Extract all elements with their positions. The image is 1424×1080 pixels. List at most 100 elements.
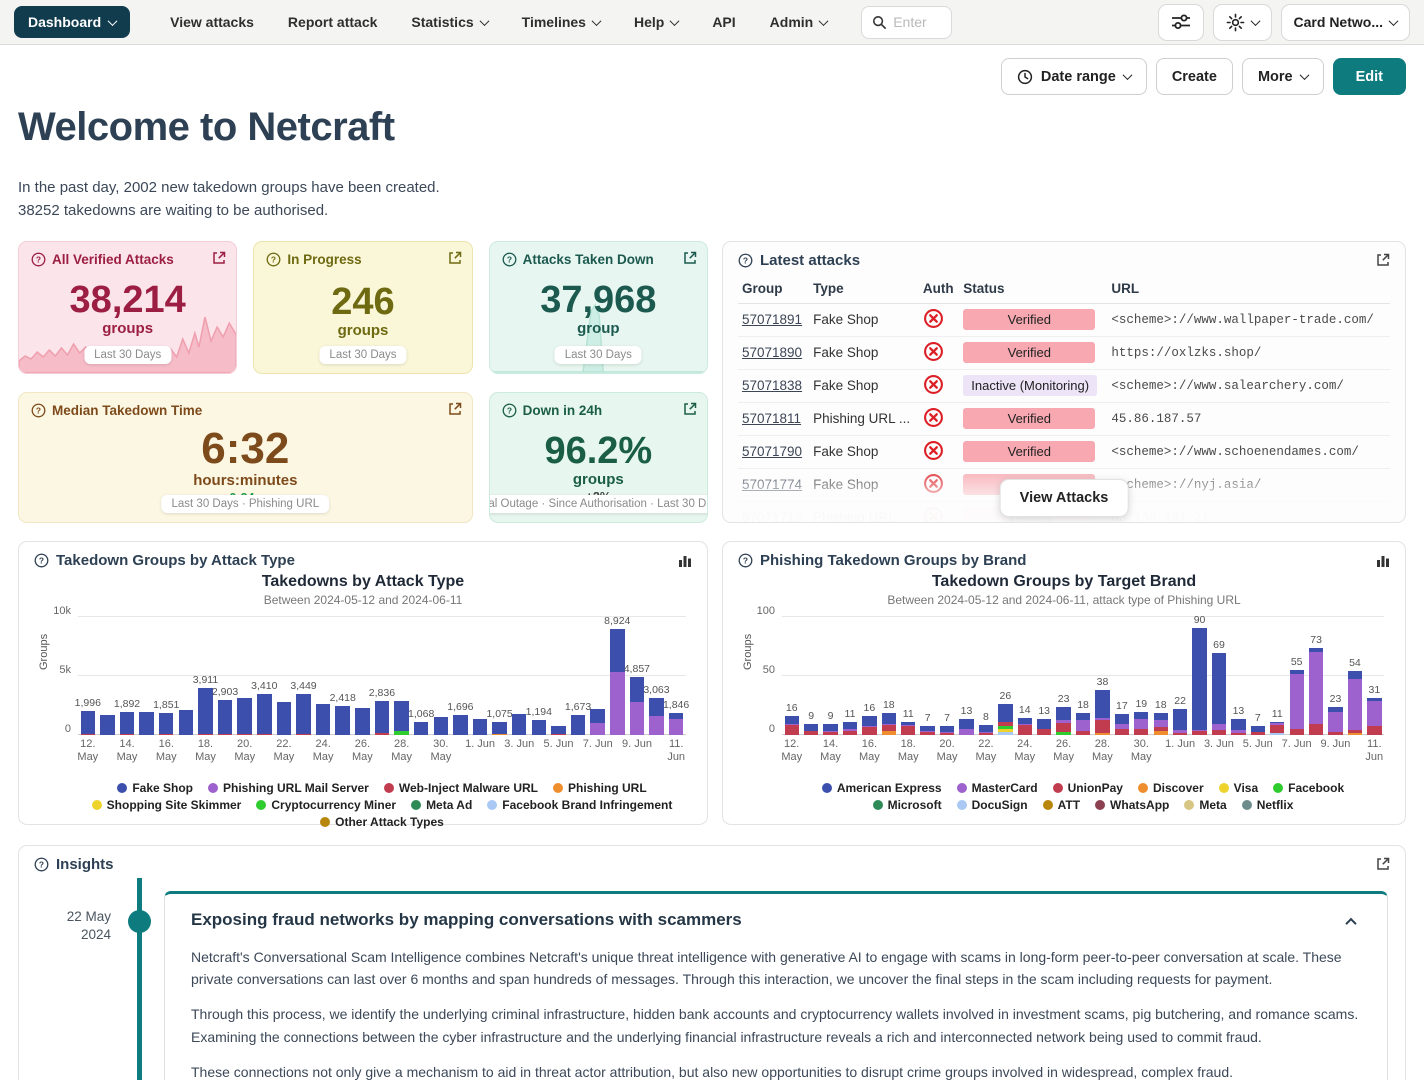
more-button[interactable]: More bbox=[1242, 58, 1324, 95]
bar[interactable]: 54 bbox=[1345, 617, 1364, 735]
nav-search[interactable] bbox=[861, 6, 952, 39]
bar-chart-icon[interactable] bbox=[1376, 554, 1390, 567]
nav-item-view-attacks[interactable]: View attacks bbox=[170, 14, 254, 30]
bar[interactable]: 9 bbox=[821, 617, 840, 735]
filters-button[interactable] bbox=[1158, 4, 1204, 41]
bar[interactable] bbox=[313, 617, 333, 735]
help-circle-icon[interactable]: ? bbox=[266, 252, 281, 267]
nav-item-statistics[interactable]: Statistics bbox=[411, 14, 487, 30]
legend-item-docusign[interactable]: DocuSign bbox=[957, 798, 1028, 812]
bar[interactable]: 8 bbox=[976, 617, 995, 735]
bar[interactable]: 3,063 bbox=[647, 617, 667, 735]
card-network-button[interactable]: Card Netwo... bbox=[1281, 4, 1410, 41]
group-link[interactable]: 57071891 bbox=[742, 312, 802, 327]
legend-item-unionpay[interactable]: UnionPay bbox=[1053, 781, 1123, 795]
legend-item-mastercard[interactable]: MasterCard bbox=[957, 781, 1038, 795]
help-circle-icon[interactable]: ? bbox=[31, 252, 46, 267]
group-link[interactable]: 57071838 bbox=[742, 378, 802, 393]
bar[interactable]: 13 bbox=[1229, 617, 1248, 735]
collapse-button[interactable] bbox=[1341, 910, 1361, 933]
help-circle-icon[interactable]: ? bbox=[34, 857, 49, 872]
bar[interactable] bbox=[588, 617, 608, 735]
bar[interactable]: 3,911 bbox=[196, 617, 216, 735]
bar[interactable]: 18 bbox=[1151, 617, 1170, 735]
create-button[interactable]: Create bbox=[1156, 58, 1233, 95]
legend-item-phishing-url-mail-server[interactable]: Phishing URL Mail Server bbox=[208, 781, 369, 795]
legend-item-facebook[interactable]: Facebook bbox=[1273, 781, 1344, 795]
legend-item-fake-shop[interactable]: Fake Shop bbox=[117, 781, 193, 795]
search-input[interactable] bbox=[893, 14, 941, 30]
bar[interactable]: 1,068 bbox=[411, 617, 431, 735]
bar[interactable]: 18 bbox=[879, 617, 898, 735]
bar[interactable]: 1,194 bbox=[529, 617, 549, 735]
bar[interactable]: 8,924 bbox=[607, 617, 627, 735]
bar[interactable]: 11 bbox=[840, 617, 859, 735]
external-link-icon[interactable] bbox=[212, 251, 226, 270]
view-attacks-button[interactable]: View Attacks bbox=[1000, 479, 1129, 517]
group-link[interactable]: 57071811 bbox=[742, 411, 801, 426]
legend-item-microsoft[interactable]: Microsoft bbox=[873, 798, 942, 812]
legend-item-web-inject-malware-url[interactable]: Web-Inject Malware URL bbox=[384, 781, 538, 795]
help-circle-icon[interactable]: ? bbox=[738, 253, 753, 268]
legend-item-phishing-url[interactable]: Phishing URL bbox=[553, 781, 647, 795]
bar[interactable]: 16 bbox=[782, 617, 801, 735]
settings-button[interactable] bbox=[1213, 4, 1272, 41]
bar[interactable]: 1,851 bbox=[156, 617, 176, 735]
bar[interactable]: 11 bbox=[899, 617, 918, 735]
bar[interactable]: 1,892 bbox=[117, 617, 137, 735]
bar[interactable] bbox=[137, 617, 157, 735]
bar[interactable]: 31 bbox=[1365, 617, 1384, 735]
help-circle-icon[interactable]: ? bbox=[502, 403, 517, 418]
external-link-icon[interactable] bbox=[448, 251, 462, 270]
legend-item-american-express[interactable]: American Express bbox=[822, 781, 942, 795]
bar[interactable]: 13 bbox=[957, 617, 976, 735]
external-link-icon[interactable] bbox=[448, 402, 462, 421]
bar[interactable]: 7 bbox=[937, 617, 956, 735]
bar[interactable]: 14 bbox=[1015, 617, 1034, 735]
legend-item-cryptocurrency-miner[interactable]: Cryptocurrency Miner bbox=[256, 798, 396, 812]
legend-item-shopping-site-skimmer[interactable]: Shopping Site Skimmer bbox=[92, 798, 242, 812]
legend-item-netflix[interactable]: Netflix bbox=[1242, 798, 1294, 812]
bar[interactable]: 73 bbox=[1306, 617, 1325, 735]
legend-item-att[interactable]: ATT bbox=[1043, 798, 1080, 812]
group-link[interactable]: 57071790 bbox=[742, 444, 802, 459]
bar[interactable]: 1,996 bbox=[78, 617, 98, 735]
bar[interactable] bbox=[353, 617, 373, 735]
bar[interactable]: 69 bbox=[1209, 617, 1228, 735]
help-circle-icon[interactable]: ? bbox=[738, 553, 753, 568]
bar[interactable]: 3,449 bbox=[294, 617, 314, 735]
legend-item-meta-ad[interactable]: Meta Ad bbox=[411, 798, 472, 812]
bar[interactable]: 2,418 bbox=[333, 617, 353, 735]
bar[interactable]: 17 bbox=[1112, 617, 1131, 735]
external-link-icon[interactable] bbox=[683, 251, 697, 270]
bar[interactable]: 26 bbox=[996, 617, 1015, 735]
dashboard-menu-button[interactable]: Dashboard bbox=[14, 6, 130, 38]
external-link-icon[interactable] bbox=[1376, 253, 1390, 267]
bar[interactable]: 22 bbox=[1170, 617, 1189, 735]
help-circle-icon[interactable]: ? bbox=[31, 403, 46, 418]
bar[interactable]: 23 bbox=[1054, 617, 1073, 735]
bar[interactable]: 90 bbox=[1190, 617, 1209, 735]
bar-chart-icon[interactable] bbox=[678, 554, 692, 567]
bar[interactable]: 1,846 bbox=[666, 617, 686, 735]
bar[interactable]: 7 bbox=[1248, 617, 1267, 735]
bar[interactable]: 38 bbox=[1093, 617, 1112, 735]
nav-item-help[interactable]: Help bbox=[634, 14, 678, 30]
bar[interactable]: 23 bbox=[1326, 617, 1345, 735]
bar[interactable]: 2,836 bbox=[372, 617, 392, 735]
bar[interactable] bbox=[274, 617, 294, 735]
bar[interactable]: 9 bbox=[801, 617, 820, 735]
bar[interactable]: 3,410 bbox=[254, 617, 274, 735]
nav-item-api[interactable]: API bbox=[712, 14, 735, 30]
legend-item-facebook-brand-infringement[interactable]: Facebook Brand Infringement bbox=[487, 798, 672, 812]
bar[interactable]: 19 bbox=[1132, 617, 1151, 735]
bar[interactable]: 11 bbox=[1268, 617, 1287, 735]
legend-item-visa[interactable]: Visa bbox=[1219, 781, 1258, 795]
bar[interactable]: 16 bbox=[860, 617, 879, 735]
external-link-icon[interactable] bbox=[1376, 857, 1390, 871]
legend-item-meta[interactable]: Meta bbox=[1184, 798, 1226, 812]
external-link-icon[interactable] bbox=[683, 402, 697, 421]
bar[interactable]: 1,075 bbox=[490, 617, 510, 735]
bar[interactable]: 1,696 bbox=[451, 617, 471, 735]
legend-item-discover[interactable]: Discover bbox=[1138, 781, 1204, 795]
